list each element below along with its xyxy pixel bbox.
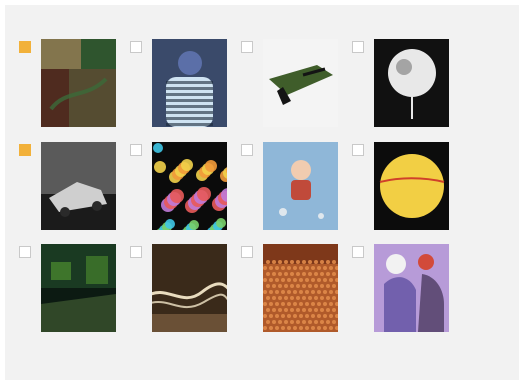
- thumbnail-tile: [352, 142, 449, 232]
- checkbox-unchecked[interactable]: [241, 41, 253, 53]
- checkbox-unchecked[interactable]: [130, 41, 142, 53]
- thumbnail-tile: [241, 142, 338, 232]
- trails-image: [152, 244, 227, 332]
- thumbnail-tile: [352, 244, 449, 334]
- camouflage-object-thumb[interactable]: [263, 39, 338, 127]
- checkbox-unchecked[interactable]: [352, 144, 364, 156]
- colored-dots-thumb[interactable]: [152, 142, 227, 230]
- checkbox-unchecked[interactable]: [352, 246, 364, 258]
- checkbox-checked[interactable]: [19, 41, 31, 53]
- camouflage-image: [263, 39, 338, 127]
- checkbox-unchecked[interactable]: [130, 246, 142, 258]
- collage-image: [41, 39, 116, 127]
- gallery-panel: [5, 5, 519, 380]
- thumbnail-tile: [130, 39, 227, 129]
- crowd-image: [263, 244, 338, 332]
- sphere-image: [374, 39, 449, 127]
- thumbnail-tile: [241, 39, 338, 129]
- crowd-field-thumb[interactable]: [263, 244, 338, 332]
- thumbnail-tile: [19, 142, 116, 232]
- white-sphere-thumb[interactable]: [374, 39, 449, 127]
- green-room-thumb[interactable]: [41, 244, 116, 332]
- checkbox-unchecked[interactable]: [241, 144, 253, 156]
- room-image: [41, 244, 116, 332]
- child-image: [263, 142, 338, 230]
- sphere-image: [374, 142, 449, 230]
- car-image: [41, 142, 116, 230]
- purple-figures-thumb[interactable]: [374, 244, 449, 332]
- people-image: [374, 244, 449, 332]
- checkbox-checked[interactable]: [19, 144, 31, 156]
- child-on-floor-thumb[interactable]: [263, 142, 338, 230]
- checkbox-unchecked[interactable]: [130, 144, 142, 156]
- striped-sweater-thumb[interactable]: [152, 39, 227, 127]
- wrecked-car-thumb[interactable]: [41, 142, 116, 230]
- portrait-image: [152, 39, 227, 127]
- checkbox-unchecked[interactable]: [19, 246, 31, 258]
- thumbnail-tile: [19, 244, 116, 334]
- thumbnail-tile: [241, 244, 338, 334]
- checkbox-unchecked[interactable]: [352, 41, 364, 53]
- thumbnail-tile: [19, 39, 116, 129]
- yellow-sphere-thumb[interactable]: [374, 142, 449, 230]
- thumbnail-tile: [352, 39, 449, 129]
- thumbnail-tile: [130, 142, 227, 232]
- dots-image: [152, 142, 227, 230]
- light-trails-thumb[interactable]: [152, 244, 227, 332]
- checkbox-unchecked[interactable]: [241, 246, 253, 258]
- thumbnail-tile: [130, 244, 227, 334]
- collage-thumb[interactable]: [41, 39, 116, 127]
